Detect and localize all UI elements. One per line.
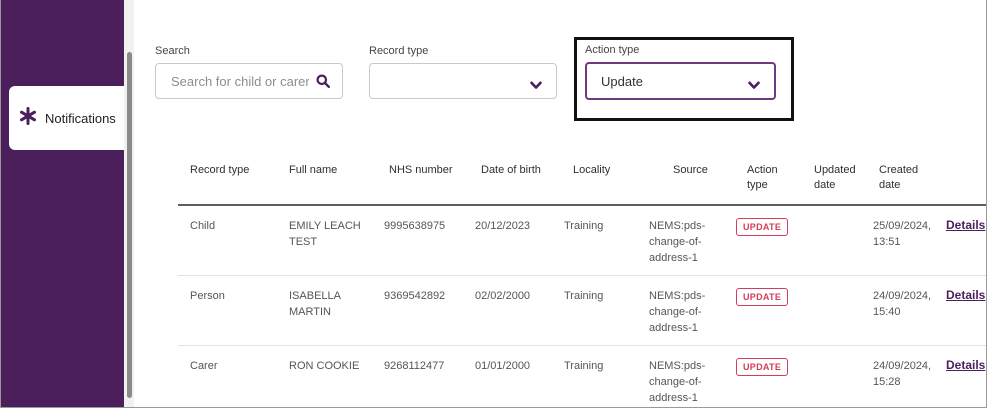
cell-full-name: RON COOKIE	[289, 358, 359, 374]
column-header-nhs-number[interactable]: NHS number	[389, 163, 453, 178]
cell-source: NEMS:pds- change-of- address-1	[649, 358, 705, 406]
column-header-date-of-birth[interactable]: Date of birth	[481, 163, 541, 178]
header-line-2: date	[879, 179, 901, 191]
source-line-3: address-1	[649, 392, 698, 404]
column-header-created-date[interactable]: Created date	[879, 163, 918, 193]
cell-nhs-number: 9369542892	[384, 290, 446, 302]
created-line-1: 24/09/2024,	[873, 360, 932, 372]
created-line-2: 15:28	[873, 376, 901, 388]
cell-full-name: ISABELLA MARTIN	[289, 288, 341, 320]
action-type-select[interactable]: Update	[585, 62, 776, 100]
cell-created-date: 25/09/2024, 13:51	[873, 218, 931, 250]
name-line-1: ISABELLA	[289, 290, 341, 302]
created-line-1: 24/09/2024,	[873, 290, 932, 302]
header-line-1: Updated	[814, 164, 856, 176]
action-type-label: Action type	[585, 44, 640, 56]
created-line-2: 13:51	[873, 236, 901, 248]
header-line-2: date	[814, 179, 836, 191]
source-line-3: address-1	[649, 322, 698, 334]
cell-locality: Training	[564, 360, 604, 372]
created-line-2: 15:40	[873, 306, 901, 318]
sidebar-item-label: Notifications	[45, 110, 116, 126]
status-badge: UPDATE	[736, 218, 789, 236]
cell-source: NEMS:pds- change-of- address-1	[649, 218, 705, 266]
table-header-divider	[178, 204, 986, 206]
cell-record-type: Child	[190, 220, 216, 232]
cell-locality: Training	[564, 220, 604, 232]
search-input[interactable]	[171, 73, 309, 89]
header-line-2: type	[747, 179, 768, 191]
source-line-3: address-1	[649, 252, 698, 264]
cell-source: NEMS:pds- change-of- address-1	[649, 288, 705, 336]
name-line-1: EMILY LEACH	[289, 220, 361, 232]
cell-created-date: 24/09/2024, 15:28	[873, 358, 931, 390]
details-link[interactable]: Details	[946, 358, 985, 372]
cell-record-type: Carer	[190, 360, 218, 372]
cell-nhs-number: 9268112477	[384, 360, 445, 372]
details-link[interactable]: Details	[946, 288, 985, 302]
column-header-full-name[interactable]: Full name	[289, 163, 337, 178]
source-line-1: NEMS:pds-	[649, 360, 706, 372]
header-line-1: Action	[747, 164, 778, 176]
search-field[interactable]	[155, 63, 343, 99]
app-frame: Notifications Search Record type Action …	[0, 0, 987, 408]
row-divider	[178, 345, 986, 346]
cell-created-date: 24/09/2024, 15:40	[873, 288, 931, 320]
source-line-2: change-of-	[649, 376, 702, 388]
header-line-1: Created	[879, 164, 919, 176]
cell-date-of-birth: 01/01/2000	[475, 360, 531, 372]
column-header-locality[interactable]: Locality	[573, 163, 610, 178]
cell-nhs-number: 9995638975	[384, 220, 446, 232]
cell-locality: Training	[564, 290, 604, 302]
sidebar	[1, 0, 124, 407]
cell-full-name: EMILY LEACH TEST	[289, 218, 361, 250]
search-icon[interactable]	[316, 74, 331, 93]
column-header-updated-date[interactable]: Updated date	[814, 163, 856, 193]
sidebar-scrollbar-thumb[interactable]	[127, 52, 132, 398]
created-line-1: 25/09/2024,	[873, 220, 932, 232]
cell-date-of-birth: 02/02/2000	[475, 290, 531, 302]
status-badge: UPDATE	[736, 288, 789, 306]
source-line-1: NEMS:pds-	[649, 220, 706, 232]
column-header-source[interactable]: Source	[673, 163, 708, 178]
source-line-2: change-of-	[649, 236, 702, 248]
search-label: Search	[155, 45, 190, 57]
row-divider	[178, 275, 986, 276]
name-line-1: RON COOKIE	[289, 360, 360, 372]
name-line-2: MARTIN	[289, 306, 331, 318]
source-line-1: NEMS:pds-	[649, 290, 706, 302]
column-header-record-type[interactable]: Record type	[190, 163, 249, 178]
chevron-down-icon	[530, 77, 542, 95]
chevron-down-icon	[748, 77, 760, 95]
status-badge: UPDATE	[736, 358, 789, 376]
cell-record-type: Person	[190, 290, 225, 302]
name-line-2: TEST	[289, 236, 318, 248]
record-type-label: Record type	[369, 45, 429, 57]
record-type-select[interactable]	[369, 63, 557, 99]
column-header-action-type[interactable]: Action type	[747, 163, 778, 193]
asterisk-icon	[19, 106, 37, 130]
source-line-2: change-of-	[649, 306, 702, 318]
sidebar-item-notifications[interactable]: Notifications	[9, 86, 124, 150]
cell-date-of-birth: 20/12/2023	[475, 220, 531, 232]
details-link[interactable]: Details	[946, 218, 985, 232]
action-type-value: Update	[601, 73, 643, 89]
